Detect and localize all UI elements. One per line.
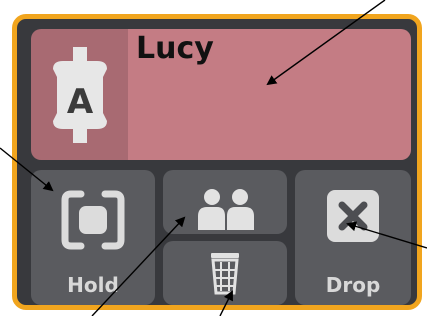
two-people-icon bbox=[195, 188, 257, 230]
avatar-letter: A bbox=[67, 82, 94, 122]
contact-name: Lucy bbox=[136, 31, 214, 66]
trash-button[interactable] bbox=[163, 241, 287, 305]
close-x-icon bbox=[327, 190, 379, 242]
drop-button[interactable]: Drop bbox=[295, 170, 411, 305]
contact-avatar-tile: A bbox=[31, 29, 128, 160]
drop-label: Drop bbox=[325, 273, 381, 297]
hold-button[interactable]: Hold bbox=[31, 170, 155, 305]
hold-bracket-icon bbox=[61, 188, 125, 252]
contact-name-tile[interactable]: Lucy bbox=[128, 29, 411, 160]
partner-button[interactable] bbox=[163, 170, 287, 234]
trash-can-icon bbox=[209, 251, 241, 295]
call-control-panel: A Lucy Hold Drop bbox=[12, 14, 422, 310]
person-tag-icon: A bbox=[53, 47, 107, 143]
hold-label: Hold bbox=[67, 273, 119, 297]
